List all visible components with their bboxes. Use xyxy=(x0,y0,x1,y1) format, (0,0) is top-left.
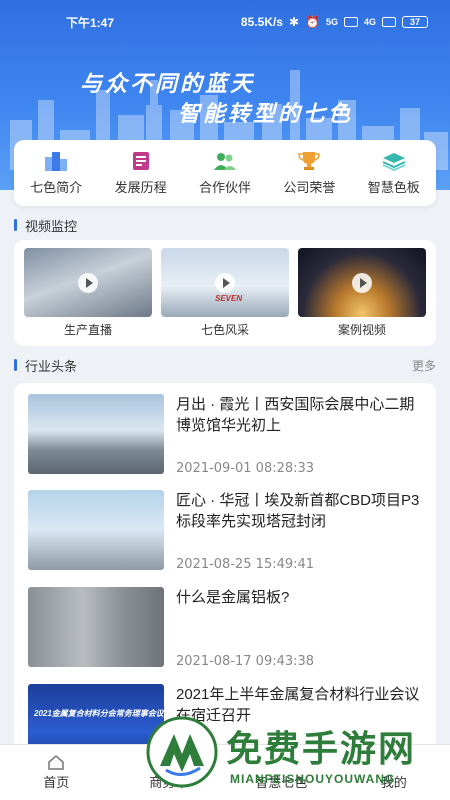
video-item-cases[interactable]: 案例视频 xyxy=(298,248,426,338)
more-link[interactable]: 更多 xyxy=(412,357,436,374)
thumbnail-brand-text: SEVEN xyxy=(215,294,243,303)
signal-4g-label: 4G xyxy=(363,17,376,27)
play-icon xyxy=(215,272,235,293)
quick-entry-honors[interactable]: 公司荣誉 xyxy=(271,151,347,196)
video-label: 七色风采 xyxy=(200,323,249,337)
video-card: 生产直播 SEVEN 七色风采 案例视频 xyxy=(14,240,436,346)
trophy-icon xyxy=(298,151,321,170)
nav-label: 首页 xyxy=(43,775,70,790)
quick-entry-intro[interactable]: 七色简介 xyxy=(18,151,94,196)
watermark-text: 免费手游网 xyxy=(226,728,417,769)
alarm-icon: ⏰ xyxy=(305,15,320,29)
home-icon xyxy=(48,755,64,770)
news-title: 匠心 · 华冠丨埃及新首都CBD项目P3标段率先实现塔冠封闭 xyxy=(176,492,420,530)
quick-entry-partners[interactable]: 合作伙伴 xyxy=(187,151,263,196)
news-date: 2021-08-25 15:49:41 xyxy=(176,557,315,572)
network-speed: 85.5K/s xyxy=(240,15,283,29)
quick-entry-label: 公司荣誉 xyxy=(283,179,336,195)
battery-icon: 37 xyxy=(402,16,428,28)
news-thumbnail xyxy=(28,587,164,667)
quick-entry-history[interactable]: 发展历程 xyxy=(103,151,179,196)
signal-icon xyxy=(343,17,358,27)
news-title: 月出 · 霞光丨西安国际会展中心二期博览馆华光初上 xyxy=(176,396,415,434)
book-icon xyxy=(132,151,149,170)
buildings-icon xyxy=(45,151,68,171)
nav-home[interactable]: 首页 xyxy=(0,745,113,800)
signal-icon xyxy=(382,17,396,27)
news-date: 2021-08-17 09:43:38 xyxy=(176,654,315,669)
video-thumbnail xyxy=(24,248,152,317)
video-thumbnail xyxy=(298,248,426,317)
news-section-header: 行业头条 更多 xyxy=(14,354,436,376)
news-card: 月出 · 霞光丨西安国际会展中心二期博览馆华光初上 2021-09-01 08:… xyxy=(14,383,436,763)
news-title: 什么是金属铝板? xyxy=(176,589,290,606)
play-icon xyxy=(352,272,372,293)
video-label: 生产直播 xyxy=(63,323,112,337)
quick-entry-label: 智慧色板 xyxy=(367,179,420,195)
status-bar: 下午1:47 85.5K/s ✱ ⏰ 5G 4G 37 xyxy=(0,0,450,44)
video-item-style[interactable]: SEVEN 七色风采 xyxy=(161,248,289,338)
stack-icon xyxy=(382,152,406,171)
section-title: 视频监控 xyxy=(25,218,78,234)
video-thumbnail: SEVEN xyxy=(161,248,289,317)
quick-entry-palette[interactable]: 智慧色板 xyxy=(356,151,432,196)
quick-entry-label: 合作伙伴 xyxy=(198,179,251,195)
watermark-logo-icon xyxy=(146,716,218,788)
play-icon xyxy=(78,272,98,293)
section-marker xyxy=(14,359,17,371)
people-icon xyxy=(213,152,236,170)
section-marker xyxy=(14,219,17,231)
news-item[interactable]: 匠心 · 华冠丨埃及新首都CBD项目P3标段率先实现塔冠封闭 2021-08-2… xyxy=(28,490,428,572)
thumbnail-banner-text: 2021金属复合材料分会常务理事会议 xyxy=(34,709,164,718)
video-label: 案例视频 xyxy=(337,323,386,337)
video-item-production-live[interactable]: 生产直播 xyxy=(24,248,152,338)
hero-slogan-line1: 与众不同的蓝天 xyxy=(80,71,256,96)
news-thumbnail xyxy=(28,490,164,570)
news-item[interactable]: 月出 · 霞光丨西安国际会展中心二期博览馆华光初上 2021-09-01 08:… xyxy=(28,394,428,476)
bluetooth-icon: ✱ xyxy=(288,15,300,29)
hero-slogan-line2: 智能转型的七色 xyxy=(178,101,354,126)
news-thumbnail xyxy=(28,394,164,474)
status-time: 下午1:47 xyxy=(66,15,115,30)
news-date: 2021-09-01 08:28:33 xyxy=(176,461,315,476)
section-title: 行业头条 xyxy=(25,358,78,374)
quick-entry-label: 七色简介 xyxy=(30,179,83,195)
quick-entry-card: 七色简介 发展历程 合作伙伴 公司荣誉 智慧色板 xyxy=(14,140,436,206)
quick-entry-label: 发展历程 xyxy=(114,179,167,195)
news-item[interactable]: 什么是金属铝板? 2021-08-17 09:43:38 xyxy=(28,587,428,669)
signal-5g-label: 5G xyxy=(325,17,338,27)
watermark-subtext: MIANFEISHOUYOUWANG xyxy=(230,772,396,786)
video-section-header: 视频监控 xyxy=(14,214,436,236)
